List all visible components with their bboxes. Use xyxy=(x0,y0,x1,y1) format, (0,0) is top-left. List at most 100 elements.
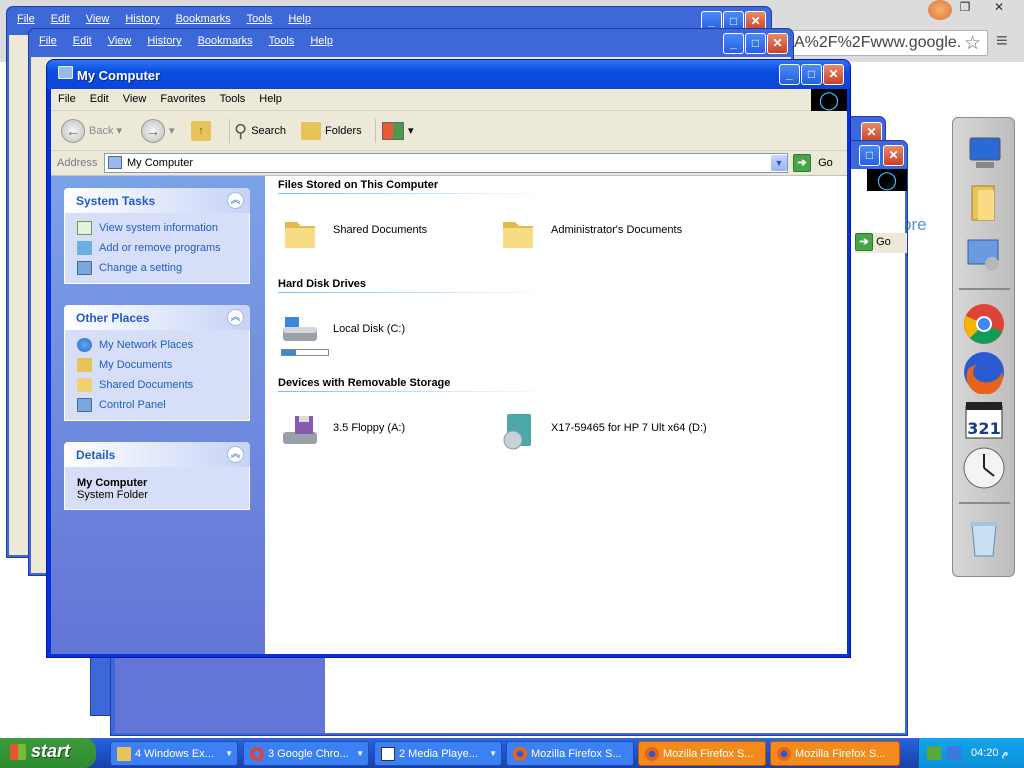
control-panel-icon[interactable] xyxy=(962,232,1006,276)
bg-menu-bookmarks[interactable]: Bookmarks xyxy=(176,13,231,25)
back-label: Back xyxy=(89,125,114,137)
minimize-icon[interactable]: _ xyxy=(779,64,800,85)
my-network-places-link[interactable]: My Network Places xyxy=(77,336,249,356)
title-bar[interactable]: My Computer _ □ ✕ xyxy=(47,60,850,89)
chevron-down-icon: ▼ xyxy=(489,749,497,758)
clock-icon[interactable] xyxy=(962,446,1006,490)
views-icon xyxy=(382,122,404,141)
group-divider xyxy=(278,292,548,293)
local-disk-c-item[interactable]: Local Disk (C:) xyxy=(281,307,501,363)
shared-documents-item[interactable]: Shared Documents xyxy=(281,208,481,256)
close-icon[interactable]: ✕ xyxy=(883,145,904,166)
firefox-icon[interactable] xyxy=(962,350,1006,395)
maximize-icon[interactable]: □ xyxy=(859,145,880,166)
item-label: Administrator's Documents xyxy=(551,224,683,236)
bg-menu-view[interactable]: View xyxy=(108,35,132,47)
taskbar-windows-explorer-group[interactable]: 4 Windows Ex... ▼ xyxy=(110,741,238,766)
documents-folder-icon xyxy=(77,358,92,373)
media-player-classic-icon[interactable]: 321 xyxy=(962,398,1006,442)
volume-tray-icon[interactable] xyxy=(947,746,961,760)
network-tray-icon[interactable] xyxy=(927,746,941,760)
collapse-chevron-icon[interactable]: ︽ xyxy=(227,192,244,209)
menu-view[interactable]: View xyxy=(116,89,154,105)
bg-menu-edit[interactable]: Edit xyxy=(73,35,92,47)
taskbar-media-player-group[interactable]: 2 Media Playe... ▼ xyxy=(374,741,502,766)
bookmark-star-icon[interactable]: ☆ xyxy=(964,32,981,55)
bg-menu-file[interactable]: File xyxy=(39,35,57,47)
control-panel-icon xyxy=(77,261,92,276)
recycle-bin-icon[interactable] xyxy=(962,516,1006,560)
taskbar-firefox-1[interactable]: Mozilla Firefox S... xyxy=(506,741,634,766)
close-icon[interactable]: ✕ xyxy=(767,33,788,54)
chrome-icon[interactable] xyxy=(962,302,1006,346)
maximize-icon[interactable]: □ xyxy=(745,33,766,54)
details-title: Details xyxy=(76,448,116,462)
go-button[interactable]: ➔ Go xyxy=(793,154,843,172)
taskbar-firefox-2[interactable]: Mozilla Firefox S... xyxy=(638,741,766,766)
bg-menu-help[interactable]: Help xyxy=(288,13,311,25)
up-folder-icon: ↑ xyxy=(191,121,211,142)
control-panel-link[interactable]: Control Panel xyxy=(77,396,249,416)
menu-help[interactable]: Help xyxy=(252,89,289,105)
collapse-chevron-icon[interactable]: ︽ xyxy=(227,309,244,326)
bg-menu-bookmarks[interactable]: Bookmarks xyxy=(198,35,253,47)
shared-documents-link[interactable]: Shared Documents xyxy=(77,376,249,396)
my-computer-window[interactable]: My Computer _ □ ✕ File Edit View Favorites T… xyxy=(46,59,851,658)
administrators-documents-item[interactable]: Administrator's Documents xyxy=(499,208,719,256)
search-button[interactable]: ⚲ Search xyxy=(229,119,286,143)
window-title: My Computer xyxy=(77,68,161,83)
bg-menu-tools[interactable]: Tools xyxy=(269,35,295,47)
chrome-close-icon[interactable]: ✕ xyxy=(986,0,1012,18)
my-computer-icon[interactable] xyxy=(962,132,1006,176)
taskbar-firefox-3[interactable]: Mozilla Firefox S... xyxy=(770,741,900,766)
toolbar: ← Back ▾ → ▾ ↑ ⚲ Search Folders ▾ xyxy=(51,111,847,151)
menu-file[interactable]: File xyxy=(51,89,83,105)
my-documents-link[interactable]: My Documents xyxy=(77,356,249,376)
bg-menu-edit[interactable]: Edit xyxy=(51,13,70,25)
add-remove-programs-link[interactable]: Add or remove programs xyxy=(77,239,249,259)
documents-icon[interactable] xyxy=(962,182,1006,226)
forward-arrow-icon: → xyxy=(141,119,165,144)
folders-button[interactable]: Folders xyxy=(301,119,362,143)
address-input[interactable]: My Computer ▼ xyxy=(104,153,788,173)
floppy-a-item[interactable]: 3.5 Floppy (A:) xyxy=(281,406,481,454)
group-header-files: Files Stored on This Computer xyxy=(278,179,439,191)
view-system-info-link[interactable]: View system information xyxy=(77,219,249,239)
bg-go-button[interactable]: ➔ Go xyxy=(855,233,907,253)
link-label: View system information xyxy=(99,222,219,234)
bg-menu-tools[interactable]: Tools xyxy=(247,13,273,25)
details-header[interactable]: Details ︽ xyxy=(64,442,250,467)
chrome-profile-avatar-icon[interactable] xyxy=(928,0,952,20)
other-places-header[interactable]: Other Places ︽ xyxy=(64,305,250,330)
chevron-down-icon[interactable]: ▼ xyxy=(771,155,787,171)
system-tasks-header[interactable]: System Tasks ︽ xyxy=(64,188,250,213)
bg-menu-help[interactable]: Help xyxy=(310,35,333,47)
up-folder-button[interactable]: ↑ xyxy=(191,119,215,143)
bg-menu-history[interactable]: History xyxy=(125,13,159,25)
change-setting-link[interactable]: Change a setting xyxy=(77,259,249,279)
menu-favorites[interactable]: Favorites xyxy=(153,89,212,105)
collapse-chevron-icon[interactable]: ︽ xyxy=(227,446,244,463)
chrome-omnibox[interactable]: A%2F%2Fwww.google. xyxy=(790,30,988,56)
bg-menu-view[interactable]: View xyxy=(86,13,110,25)
minimize-icon[interactable]: _ xyxy=(723,33,744,54)
menu-tools[interactable]: Tools xyxy=(213,89,253,105)
menu-edit[interactable]: Edit xyxy=(83,89,116,105)
close-icon[interactable]: ✕ xyxy=(823,64,844,85)
start-button[interactable]: start xyxy=(0,738,96,768)
views-button[interactable]: ▾ xyxy=(375,119,414,143)
taskbar-google-chrome-group[interactable]: 3 Google Chro... ▼ xyxy=(243,741,369,766)
chrome-restore-icon[interactable]: ❐ xyxy=(952,0,978,18)
bg-menu-history[interactable]: History xyxy=(147,35,181,47)
folders-label: Folders xyxy=(325,125,362,137)
maximize-icon[interactable]: □ xyxy=(801,64,822,85)
dvd-drive-d-item[interactable]: X17-59465 for HP 7 Ult x64 (D:) xyxy=(499,406,759,454)
disk-usage-fill xyxy=(282,350,296,355)
back-button[interactable]: ← Back ▾ xyxy=(61,119,122,144)
clock[interactable]: 04:20 م xyxy=(971,746,1008,759)
chrome-menu-icon[interactable]: ≡ xyxy=(996,30,1008,53)
bg-menu-file[interactable]: File xyxy=(17,13,35,25)
forward-button[interactable]: → ▾ xyxy=(141,119,175,144)
group-divider xyxy=(278,391,548,392)
firefox-icon xyxy=(645,747,659,762)
